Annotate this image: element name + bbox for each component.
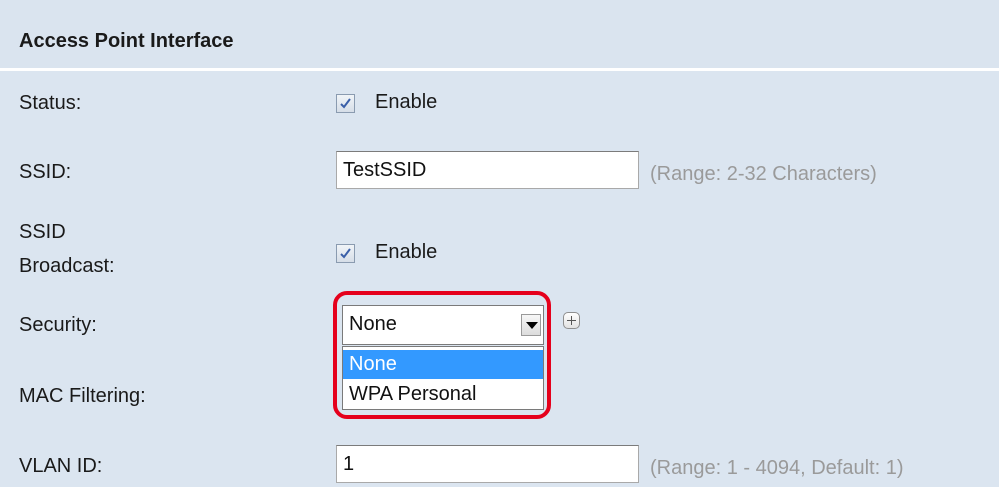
vlan-input[interactable] [336, 445, 639, 483]
status-enable-label: Enable [375, 91, 438, 113]
status-enable-checkbox[interactable] [336, 94, 355, 113]
security-dropdown-list: None WPA Personal [342, 346, 544, 410]
security-option-wpa-personal[interactable]: WPA Personal [343, 380, 543, 409]
ssid-broadcast-enable-label: Enable [375, 241, 438, 263]
check-icon [340, 98, 351, 109]
security-select[interactable]: None [342, 305, 544, 345]
mac-filtering-label: MAC Filtering: [19, 385, 146, 407]
status-label: Status: [19, 92, 82, 114]
ssid-broadcast-label-line1: SSID [19, 221, 66, 243]
ssid-range-hint: (Range: 2-32 Characters) [650, 163, 877, 185]
security-label: Security: [19, 314, 97, 336]
ssid-broadcast-label-line2: Broadcast: [19, 255, 115, 277]
ssid-input[interactable] [336, 151, 639, 189]
check-icon [340, 248, 351, 259]
ssid-broadcast-row: SSID Broadcast: Enable [0, 220, 999, 280]
ssid-row: SSID: (Range: 2-32 Characters) [0, 150, 999, 190]
plus-icon[interactable] [563, 312, 580, 329]
vlan-label: VLAN ID: [19, 455, 103, 477]
security-option-none[interactable]: None [343, 350, 543, 379]
chevron-down-icon[interactable] [521, 314, 541, 336]
section-title: Access Point Interface [19, 30, 234, 52]
vlan-row: VLAN ID: (Range: 1 - 4094, Default: 1) [0, 440, 999, 487]
status-row: Status: Enable [0, 88, 999, 118]
vlan-range-hint: (Range: 1 - 4094, Default: 1) [650, 457, 904, 479]
ssid-label: SSID: [19, 161, 72, 183]
security-selected-value: None [349, 313, 397, 335]
section-header: Access Point Interface [0, 0, 999, 71]
ssid-broadcast-enable-checkbox[interactable] [336, 244, 355, 263]
access-point-interface-panel: Access Point Interface Status: Enable SS… [0, 0, 999, 487]
